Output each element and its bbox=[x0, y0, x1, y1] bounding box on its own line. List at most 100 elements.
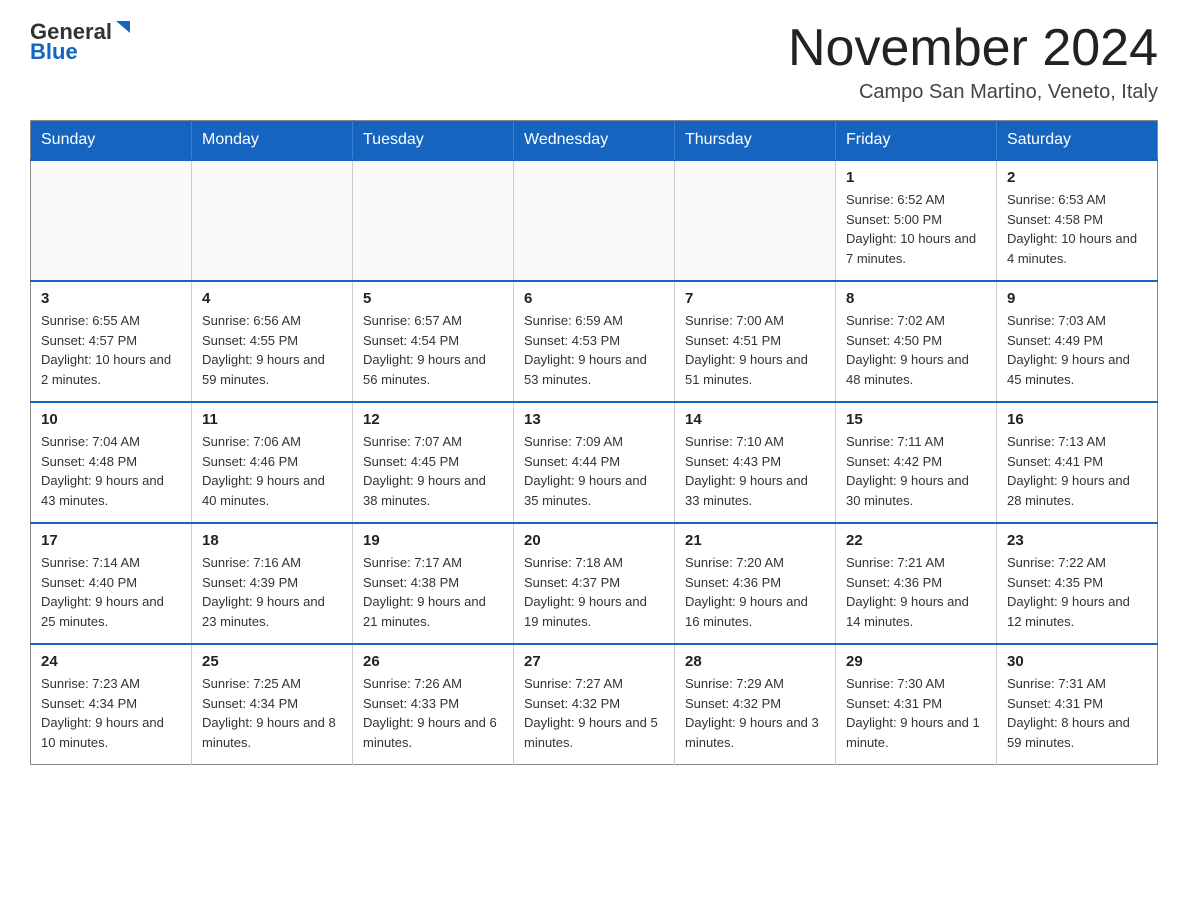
day-number: 12 bbox=[363, 411, 503, 428]
day-number: 23 bbox=[1007, 532, 1147, 549]
location: Campo San Martino, Veneto, Italy bbox=[788, 81, 1158, 104]
day-info: Sunrise: 6:55 AM Sunset: 4:57 PM Dayligh… bbox=[41, 311, 181, 389]
calendar-day-cell: 9Sunrise: 7:03 AM Sunset: 4:49 PM Daylig… bbox=[997, 281, 1158, 402]
calendar-day-cell: 21 Sunrise: 7:20 AM Sunset: 4:36 PM Dayli… bbox=[675, 523, 836, 644]
calendar-day-cell: 18 Sunrise: 7:16 AM Sunset: 4:39 PM Dayli… bbox=[192, 523, 353, 644]
calendar-day-cell: 1 Sunrise: 6:52 AM Sunset: 5:00 PM Daylig… bbox=[836, 160, 997, 281]
day-info: Sunrise: 7:18 AM Sunset: 4:37 PM Dayligh… bbox=[524, 553, 664, 631]
day-info: Sunrise: 7:29 AM Sunset: 4:32 PM Dayligh… bbox=[685, 674, 825, 752]
day-info: Sunrise: 7:11 AM Sunset: 4:42 PM Dayligh… bbox=[846, 432, 986, 510]
day-info: Sunrise: 7:21 AM Sunset: 4:36 PM Dayligh… bbox=[846, 553, 986, 631]
day-number: 25 bbox=[202, 653, 342, 670]
calendar-day-cell: 29 Sunrise: 7:30 AM Sunset: 4:31 PM Dayli… bbox=[836, 644, 997, 765]
day-info: Sunrise: 6:52 AM Sunset: 5:00 PM Dayligh… bbox=[846, 190, 986, 268]
day-info: Sunrise: 7:30 AM Sunset: 4:31 PM Dayligh… bbox=[846, 674, 986, 752]
calendar-header-row: SundayMondayTuesdayWednesdayThursdayFrid… bbox=[31, 121, 1158, 161]
day-info: Sunrise: 7:17 AM Sunset: 4:38 PM Dayligh… bbox=[363, 553, 503, 631]
day-number: 29 bbox=[846, 653, 986, 670]
day-number: 4 bbox=[202, 290, 342, 307]
calendar-day-cell: 23 Sunrise: 7:22 AM Sunset: 4:35 PM Dayli… bbox=[997, 523, 1158, 644]
calendar-week-row: 1 Sunrise: 6:52 AM Sunset: 5:00 PM Daylig… bbox=[31, 160, 1158, 281]
calendar-week-row: 24Sunrise: 7:23 AM Sunset: 4:34 PM Dayli… bbox=[31, 644, 1158, 765]
day-info: Sunrise: 7:14 AM Sunset: 4:40 PM Dayligh… bbox=[41, 553, 181, 631]
day-info: Sunrise: 7:25 AM Sunset: 4:34 PM Dayligh… bbox=[202, 674, 342, 752]
month-title: November 2024 bbox=[788, 20, 1158, 77]
day-info: Sunrise: 7:27 AM Sunset: 4:32 PM Dayligh… bbox=[524, 674, 664, 752]
calendar-day-cell: 28 Sunrise: 7:29 AM Sunset: 4:32 PM Dayli… bbox=[675, 644, 836, 765]
day-info: Sunrise: 7:26 AM Sunset: 4:33 PM Dayligh… bbox=[363, 674, 503, 752]
day-number: 1 bbox=[846, 169, 986, 186]
day-info: Sunrise: 7:10 AM Sunset: 4:43 PM Dayligh… bbox=[685, 432, 825, 510]
calendar-day-cell: 7Sunrise: 7:00 AM Sunset: 4:51 PM Daylig… bbox=[675, 281, 836, 402]
calendar-week-row: 3 Sunrise: 6:55 AM Sunset: 4:57 PM Daylig… bbox=[31, 281, 1158, 402]
day-of-week-header: Monday bbox=[192, 121, 353, 161]
calendar-day-cell: 4 Sunrise: 6:56 AM Sunset: 4:55 PM Daylig… bbox=[192, 281, 353, 402]
day-of-week-header: Friday bbox=[836, 121, 997, 161]
calendar-day-cell: 27 Sunrise: 7:27 AM Sunset: 4:32 PM Dayli… bbox=[514, 644, 675, 765]
calendar-day-cell: 2Sunrise: 6:53 AM Sunset: 4:58 PM Daylig… bbox=[997, 160, 1158, 281]
day-of-week-header: Thursday bbox=[675, 121, 836, 161]
day-info: Sunrise: 7:09 AM Sunset: 4:44 PM Dayligh… bbox=[524, 432, 664, 510]
day-number: 17 bbox=[41, 532, 181, 549]
day-number: 3 bbox=[41, 290, 181, 307]
title-block: November 2024 Campo San Martino, Veneto,… bbox=[788, 20, 1158, 104]
day-number: 28 bbox=[685, 653, 825, 670]
day-number: 20 bbox=[524, 532, 664, 549]
calendar-table: SundayMondayTuesdayWednesdayThursdayFrid… bbox=[30, 120, 1158, 765]
day-info: Sunrise: 6:59 AM Sunset: 4:53 PM Dayligh… bbox=[524, 311, 664, 389]
calendar-day-cell: 6 Sunrise: 6:59 AM Sunset: 4:53 PM Daylig… bbox=[514, 281, 675, 402]
calendar-week-row: 10 Sunrise: 7:04 AM Sunset: 4:48 PM Dayli… bbox=[31, 402, 1158, 523]
day-number: 30 bbox=[1007, 653, 1147, 670]
day-info: Sunrise: 7:31 AM Sunset: 4:31 PM Dayligh… bbox=[1007, 674, 1147, 752]
calendar-day-cell: 19 Sunrise: 7:17 AM Sunset: 4:38 PM Dayli… bbox=[353, 523, 514, 644]
logo-triangle-icon bbox=[112, 19, 130, 37]
day-of-week-header: Saturday bbox=[997, 121, 1158, 161]
logo: General Blue bbox=[30, 20, 130, 64]
calendar-day-cell: 26 Sunrise: 7:26 AM Sunset: 4:33 PM Dayli… bbox=[353, 644, 514, 765]
calendar-day-cell: 3 Sunrise: 6:55 AM Sunset: 4:57 PM Daylig… bbox=[31, 281, 192, 402]
day-number: 16 bbox=[1007, 411, 1147, 428]
day-info: Sunrise: 7:03 AM Sunset: 4:49 PM Dayligh… bbox=[1007, 311, 1147, 389]
calendar-day-cell: 5 Sunrise: 6:57 AM Sunset: 4:54 PM Daylig… bbox=[353, 281, 514, 402]
day-info: Sunrise: 6:57 AM Sunset: 4:54 PM Dayligh… bbox=[363, 311, 503, 389]
day-number: 5 bbox=[363, 290, 503, 307]
calendar-day-cell: 14 Sunrise: 7:10 AM Sunset: 4:43 PM Dayli… bbox=[675, 402, 836, 523]
day-of-week-header: Sunday bbox=[31, 121, 192, 161]
day-info: Sunrise: 7:16 AM Sunset: 4:39 PM Dayligh… bbox=[202, 553, 342, 631]
calendar-day-cell: 8Sunrise: 7:02 AM Sunset: 4:50 PM Daylig… bbox=[836, 281, 997, 402]
calendar-day-cell bbox=[192, 160, 353, 281]
logo-blue: Blue bbox=[30, 39, 78, 64]
calendar-day-cell bbox=[514, 160, 675, 281]
calendar-day-cell: 10 Sunrise: 7:04 AM Sunset: 4:48 PM Dayli… bbox=[31, 402, 192, 523]
calendar-day-cell: 25 Sunrise: 7:25 AM Sunset: 4:34 PM Dayli… bbox=[192, 644, 353, 765]
day-of-week-header: Tuesday bbox=[353, 121, 514, 161]
day-number: 14 bbox=[685, 411, 825, 428]
calendar-day-cell: 12 Sunrise: 7:07 AM Sunset: 4:45 PM Dayli… bbox=[353, 402, 514, 523]
day-info: Sunrise: 7:04 AM Sunset: 4:48 PM Dayligh… bbox=[41, 432, 181, 510]
day-info: Sunrise: 7:22 AM Sunset: 4:35 PM Dayligh… bbox=[1007, 553, 1147, 631]
calendar-day-cell: 24Sunrise: 7:23 AM Sunset: 4:34 PM Dayli… bbox=[31, 644, 192, 765]
day-number: 22 bbox=[846, 532, 986, 549]
calendar-day-cell: 17 Sunrise: 7:14 AM Sunset: 4:40 PM Dayli… bbox=[31, 523, 192, 644]
day-number: 11 bbox=[202, 411, 342, 428]
day-number: 21 bbox=[685, 532, 825, 549]
day-number: 19 bbox=[363, 532, 503, 549]
day-info: Sunrise: 6:56 AM Sunset: 4:55 PM Dayligh… bbox=[202, 311, 342, 389]
day-info: Sunrise: 7:13 AM Sunset: 4:41 PM Dayligh… bbox=[1007, 432, 1147, 510]
calendar-day-cell: 22 Sunrise: 7:21 AM Sunset: 4:36 PM Dayli… bbox=[836, 523, 997, 644]
day-number: 27 bbox=[524, 653, 664, 670]
calendar-day-cell bbox=[353, 160, 514, 281]
calendar-day-cell: 16 Sunrise: 7:13 AM Sunset: 4:41 PM Dayli… bbox=[997, 402, 1158, 523]
calendar-day-cell: 11 Sunrise: 7:06 AM Sunset: 4:46 PM Dayli… bbox=[192, 402, 353, 523]
day-info: Sunrise: 7:07 AM Sunset: 4:45 PM Dayligh… bbox=[363, 432, 503, 510]
page-header: General Blue November 2024 Campo San Mar… bbox=[30, 20, 1158, 104]
day-number: 10 bbox=[41, 411, 181, 428]
day-info: Sunrise: 7:20 AM Sunset: 4:36 PM Dayligh… bbox=[685, 553, 825, 631]
day-number: 26 bbox=[363, 653, 503, 670]
day-of-week-header: Wednesday bbox=[514, 121, 675, 161]
day-info: Sunrise: 7:02 AM Sunset: 4:50 PM Dayligh… bbox=[846, 311, 986, 389]
day-number: 18 bbox=[202, 532, 342, 549]
day-info: Sunrise: 7:06 AM Sunset: 4:46 PM Dayligh… bbox=[202, 432, 342, 510]
day-number: 6 bbox=[524, 290, 664, 307]
calendar-day-cell bbox=[675, 160, 836, 281]
